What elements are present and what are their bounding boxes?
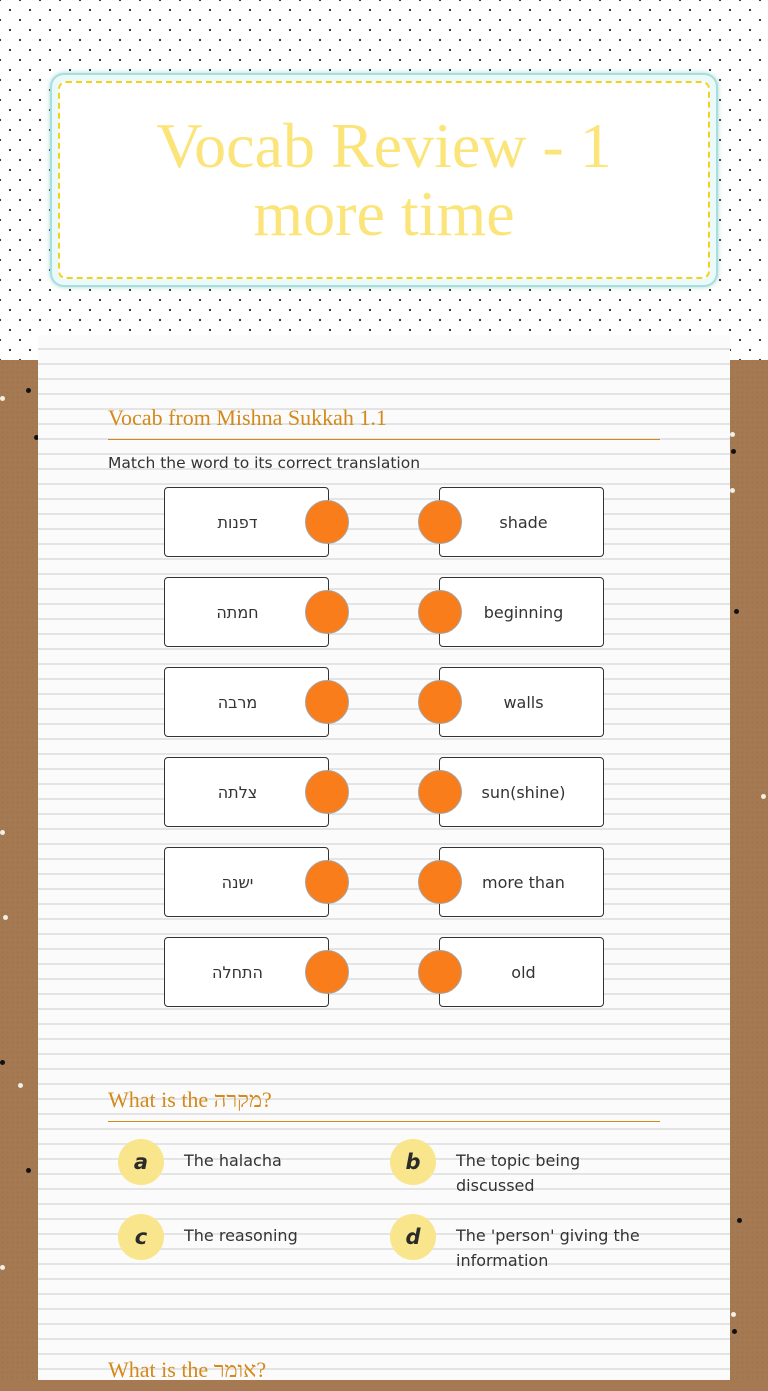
match-right-item[interactable]: old [439, 937, 604, 1007]
choice-b-text[interactable]: The topic being discussed [456, 1148, 636, 1198]
choice-c-circle[interactable]: c [118, 1214, 164, 1260]
title-card: Vocab Review - 1 more time [50, 73, 718, 287]
match-right-label: shade [499, 512, 548, 532]
match-right-item[interactable]: more than [439, 847, 604, 917]
match-left-label: חמתה [216, 602, 259, 622]
speck [731, 449, 736, 454]
choice-b-letter: b [405, 1150, 421, 1174]
choice-b-circle[interactable]: b [390, 1139, 436, 1185]
speck [730, 432, 735, 437]
speck [0, 830, 5, 835]
speck [26, 388, 31, 393]
match-left-connector-dot[interactable] [305, 950, 349, 994]
speck [0, 1060, 5, 1065]
match-left-connector-dot[interactable] [305, 770, 349, 814]
choice-a-circle[interactable]: a [118, 1139, 164, 1185]
section-title-question-2: What is the אומר? [108, 1357, 267, 1382]
match-left-connector-dot[interactable] [305, 590, 349, 634]
title-inner-frame: Vocab Review - 1 more time [58, 81, 710, 279]
match-right-connector-dot[interactable] [418, 950, 462, 994]
match-right-label: walls [503, 692, 544, 712]
speck [730, 488, 735, 493]
match-left-connector-dot[interactable] [305, 680, 349, 724]
speck [0, 1265, 5, 1270]
speck [731, 1312, 736, 1317]
choice-a-text[interactable]: The halacha [184, 1148, 384, 1173]
match-right-item[interactable]: walls [439, 667, 604, 737]
match-left-label: ישנה [221, 872, 254, 892]
match-right-item[interactable]: shade [439, 487, 604, 557]
choice-c-text[interactable]: The reasoning [184, 1223, 384, 1248]
match-right-connector-dot[interactable] [418, 590, 462, 634]
choice-d-letter: d [405, 1225, 421, 1249]
choice-d-text[interactable]: The 'person' giving the information [456, 1223, 666, 1273]
choice-d-circle[interactable]: d [390, 1214, 436, 1260]
match-right-label: old [511, 962, 536, 982]
match-left-label: דפנות [217, 512, 258, 532]
speck [737, 1218, 742, 1223]
match-right-item[interactable]: sun(shine) [439, 757, 604, 827]
match-left-connector-dot[interactable] [305, 860, 349, 904]
worksheet-paper: Vocab from Mishna Sukkah 1.1 Match the w… [38, 335, 730, 1382]
speck [3, 915, 8, 920]
speck [26, 1168, 31, 1173]
choice-c-letter: c [134, 1225, 148, 1249]
speck [0, 396, 5, 401]
match-left-label: צלתה [217, 782, 258, 802]
match-right-connector-dot[interactable] [418, 770, 462, 814]
section-title-question-1: What is the מקרה? [108, 1087, 660, 1122]
section-title-vocab: Vocab from Mishna Sukkah 1.1 [108, 405, 660, 440]
match-left-label: התחלה [212, 962, 263, 982]
match-right-label: beginning [483, 602, 564, 622]
choice-a-letter: a [133, 1150, 149, 1174]
match-right-label: more than [482, 872, 565, 892]
match-right-item[interactable]: beginning [439, 577, 604, 647]
match-right-label: sun(shine) [481, 782, 566, 802]
match-left-connector-dot[interactable] [305, 500, 349, 544]
match-right-connector-dot[interactable] [418, 500, 462, 544]
match-left-label: מרבה [217, 692, 258, 712]
speck [18, 1083, 23, 1088]
speck [734, 609, 739, 614]
speck [732, 1329, 737, 1334]
match-right-connector-dot[interactable] [418, 680, 462, 724]
match-right-connector-dot[interactable] [418, 860, 462, 904]
speck [761, 794, 766, 799]
page-title: Vocab Review - 1 more time [156, 110, 612, 249]
match-instruction: Match the word to its correct translatio… [108, 454, 421, 472]
